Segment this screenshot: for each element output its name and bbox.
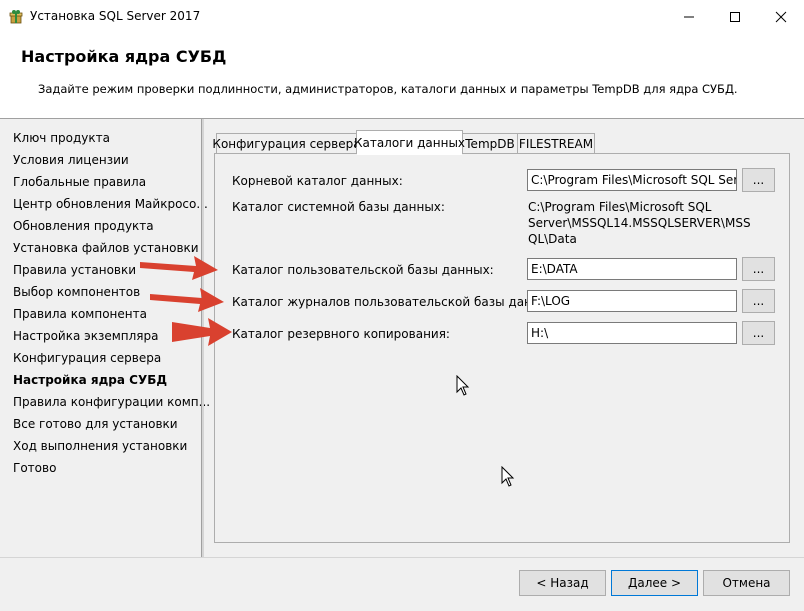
sidebar-item-global-rules[interactable]: Глобальные правила xyxy=(13,175,146,189)
root-directory-field[interactable]: C:\Program Files\Microsoft SQL Server\ xyxy=(527,169,737,191)
selected-tab-joint xyxy=(357,152,462,155)
sidebar-item-product-key[interactable]: Ключ продукта xyxy=(13,131,110,145)
cancel-button[interactable]: Отмена xyxy=(703,570,790,596)
tab-server-configuration[interactable]: Конфигурация сервера xyxy=(212,133,361,153)
maximize-button[interactable] xyxy=(712,0,758,34)
close-button[interactable] xyxy=(758,0,804,34)
user-log-directory-label: Каталог журналов пользовательской базы д… xyxy=(232,295,561,309)
sidebar-item-server-configuration[interactable]: Конфигурация сервера xyxy=(13,351,161,365)
system-db-directory-line: Server\MSSQL14.MSSQLSERVER\MSS xyxy=(528,216,751,230)
backup-directory-field[interactable]: H:\ xyxy=(527,322,737,344)
sidebar-item-license-terms[interactable]: Условия лицензии xyxy=(13,153,129,167)
page-description: Задайте режим проверки подлинности, адми… xyxy=(38,82,738,96)
user-log-directory-field[interactable]: F:\LOG xyxy=(527,290,737,312)
sql-server-setup-icon xyxy=(8,9,24,25)
system-db-directory-label: Каталог системной базы данных: xyxy=(232,200,445,214)
minimize-icon xyxy=(684,16,694,18)
sidebar-item-microsoft-update[interactable]: Центр обновления Майкросо... xyxy=(13,197,208,211)
window-title: Установка SQL Server 2017 xyxy=(30,9,201,23)
mouse-cursor-icon xyxy=(501,466,515,487)
sidebar-item-database-engine-configuration[interactable]: Настройка ядра СУБД xyxy=(13,373,167,387)
minimize-button[interactable] xyxy=(666,0,712,34)
backup-directory-browse-button[interactable]: ... xyxy=(742,321,775,345)
close-icon xyxy=(775,11,787,23)
tab-tempdb[interactable]: TempDB xyxy=(462,133,518,153)
next-button[interactable]: Далее > xyxy=(611,570,698,596)
user-db-directory-field[interactable]: E:\DATA xyxy=(527,258,737,280)
maximize-icon xyxy=(730,12,740,22)
root-directory-label: Корневой каталог данных: xyxy=(232,174,403,188)
sidebar-item-ready-to-install[interactable]: Все готово для установки xyxy=(13,417,178,431)
annotation-arrow-icon xyxy=(172,318,232,346)
sidebar-item-complete[interactable]: Готово xyxy=(13,461,56,475)
user-db-directory-browse-button[interactable]: ... xyxy=(742,257,775,281)
user-log-directory-browse-button[interactable]: ... xyxy=(742,289,775,313)
page-title: Настройка ядра СУБД xyxy=(21,47,227,66)
user-db-directory-label: Каталог пользовательской базы данных: xyxy=(232,263,494,277)
tab-data-directories[interactable]: Каталоги данных xyxy=(354,130,465,154)
mouse-cursor-icon xyxy=(456,375,470,396)
backup-directory-label: Каталог резервного копирования: xyxy=(232,327,450,341)
sidebar-item-install-rules[interactable]: Правила установки xyxy=(13,263,136,277)
back-button[interactable]: < Назад xyxy=(519,570,606,596)
annotation-arrow-icon xyxy=(140,256,218,280)
sidebar-item-instance-configuration[interactable]: Настройка экземпляра xyxy=(13,329,159,343)
system-db-directory-line: QL\Data xyxy=(528,232,577,246)
system-db-directory-line: C:\Program Files\Microsoft SQL xyxy=(528,200,712,214)
root-directory-browse-button[interactable]: ... xyxy=(742,168,775,192)
sidebar-item-feature-configuration-rules[interactable]: Правила конфигурации комп... xyxy=(13,395,210,409)
sidebar-item-installation-progress[interactable]: Ход выполнения установки xyxy=(13,439,187,453)
annotation-arrow-icon xyxy=(150,288,224,312)
tab-filestream[interactable]: FILESTREAM xyxy=(517,133,595,153)
sidebar-item-feature-selection[interactable]: Выбор компонентов xyxy=(13,285,140,299)
system-db-directory-value: C:\Program Files\Microsoft SQL Server\MS… xyxy=(528,199,751,247)
sidebar-item-product-updates[interactable]: Обновления продукта xyxy=(13,219,154,233)
sidebar-item-feature-rules[interactable]: Правила компонента xyxy=(13,307,147,321)
